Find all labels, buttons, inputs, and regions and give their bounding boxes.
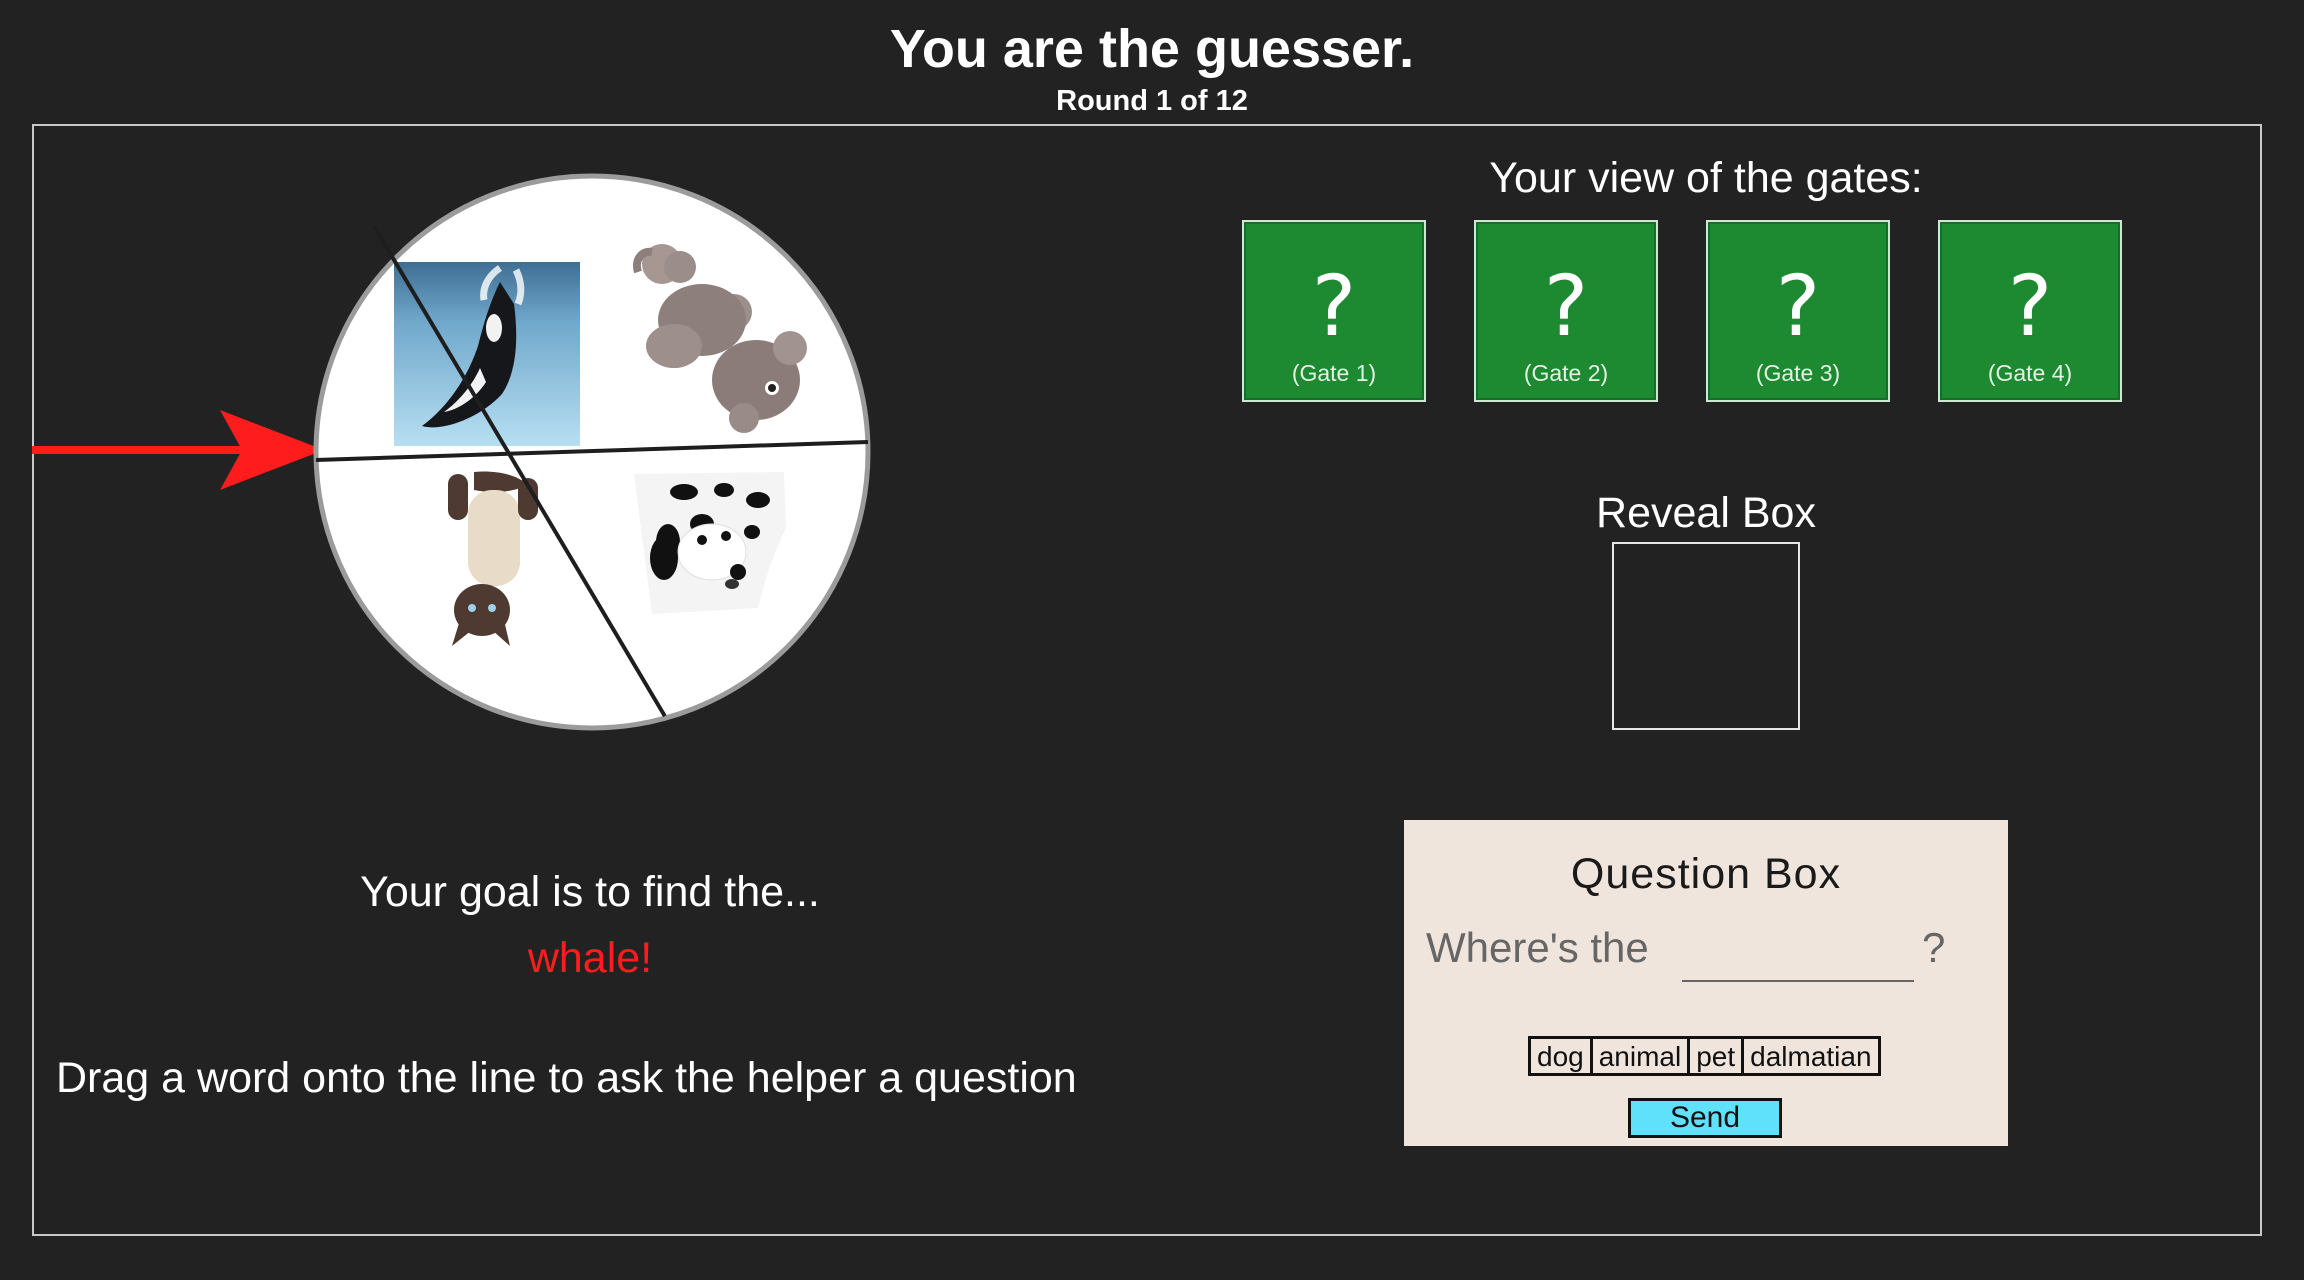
- goal-label: Your goal is to find the...: [360, 868, 820, 916]
- word-dog[interactable]: dog: [1531, 1039, 1593, 1073]
- gate-label: (Gate 4): [1987, 360, 2073, 386]
- game-page: You are the guesser. Round 1 of 12 Your …: [0, 0, 2304, 1280]
- gate-4[interactable]: ? (Gate 4): [1938, 220, 2122, 402]
- gates-title: Your view of the gates:: [1489, 154, 1923, 202]
- gate-1[interactable]: ? (Gate 1): [1242, 220, 1426, 402]
- animal-wheel[interactable]: [312, 172, 872, 732]
- gate-label: (Gate 2): [1523, 360, 1609, 386]
- question-prompt: Where's the: [1426, 924, 1649, 971]
- word-bank: dog animal pet dalmatian: [1528, 1036, 1881, 1076]
- word-dalmatian[interactable]: dalmatian: [1744, 1039, 1877, 1073]
- gate-label: (Gate 3): [1755, 360, 1841, 386]
- red-arrow-icon: [32, 410, 324, 490]
- word-animal[interactable]: animal: [1593, 1039, 1691, 1073]
- gate-2[interactable]: ? (Gate 2): [1474, 220, 1658, 402]
- question-box-title: Question Box: [1570, 850, 1842, 898]
- round-indicator: Round 1 of 12: [1056, 85, 1248, 117]
- gate-3[interactable]: ? (Gate 3): [1706, 220, 1890, 402]
- instruction-text: Drag a word onto the line to ask the hel…: [56, 1054, 1077, 1102]
- question-mark-icon: ?: [1543, 257, 1589, 355]
- question-mark: ?: [1922, 924, 1946, 971]
- question-mark-icon: ?: [1311, 257, 1357, 355]
- question-mark-icon: ?: [1775, 257, 1821, 355]
- word-pet[interactable]: pet: [1690, 1039, 1745, 1073]
- page-title: You are the guesser.: [889, 19, 1415, 79]
- send-button[interactable]: Send: [1628, 1098, 1782, 1138]
- goal-target-word: whale!: [527, 934, 653, 982]
- question-mark-icon: ?: [2007, 257, 2053, 355]
- question-box: Question Box Where's the ? dog animal pe…: [1404, 820, 2008, 1146]
- reveal-box-title: Reveal Box: [1596, 489, 1816, 537]
- reveal-box: [1612, 542, 1800, 730]
- word-drop-line[interactable]: [1682, 938, 1914, 982]
- gate-label: (Gate 1): [1291, 360, 1377, 386]
